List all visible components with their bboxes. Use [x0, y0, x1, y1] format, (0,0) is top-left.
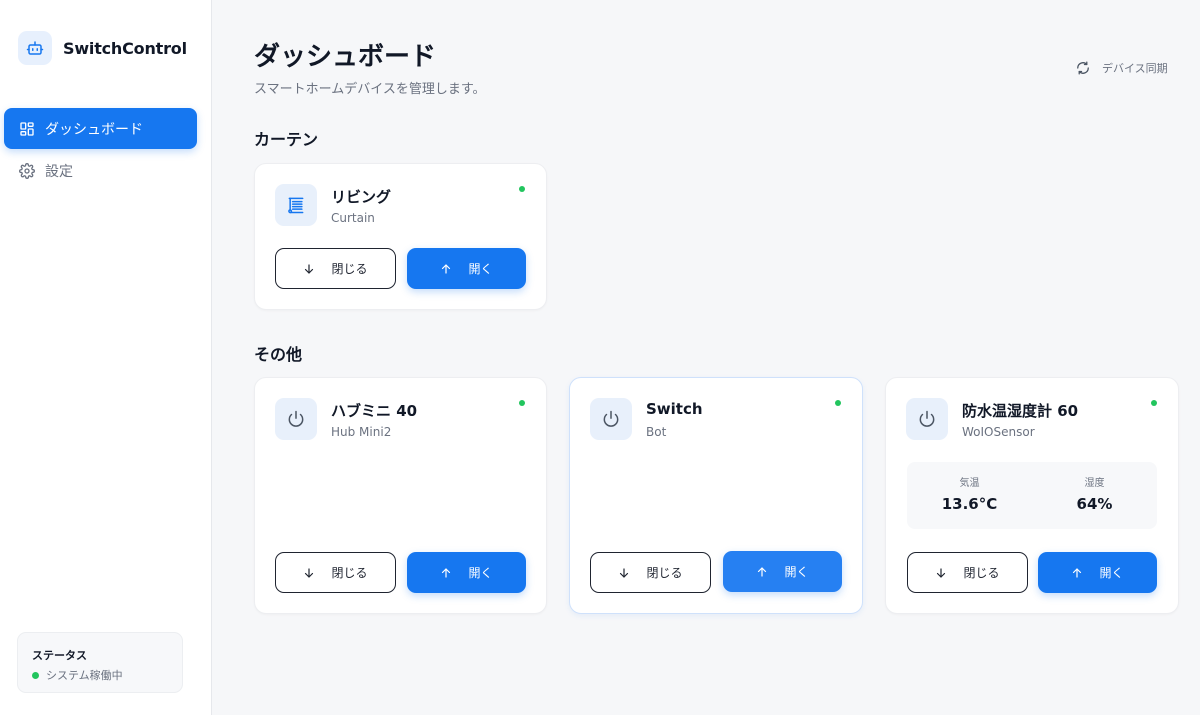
close-button[interactable]: 閉じる	[590, 552, 711, 593]
device-name: 防水温湿度計 60	[962, 402, 1079, 420]
arrow-up-icon	[440, 567, 452, 579]
close-button[interactable]: 閉じる	[907, 552, 1028, 593]
device-card: 防水温湿度計 60 WoIOSensor 気温 13.6°C 湿度 64% 閉じ…	[885, 377, 1179, 614]
robot-icon	[18, 31, 52, 65]
humidity-reading: 湿度 64%	[1032, 474, 1157, 513]
close-button[interactable]: 閉じる	[275, 552, 396, 593]
app-name: SwitchControl	[63, 38, 187, 58]
sync-label: デバイス同期	[1102, 62, 1168, 75]
sidebar-item-settings[interactable]: 設定	[4, 150, 197, 191]
open-button[interactable]: 開く	[407, 552, 526, 593]
open-button-label: 開く	[784, 565, 809, 579]
device-name: リビング	[331, 188, 392, 206]
curtain-icon	[275, 184, 317, 226]
arrow-down-icon	[618, 567, 630, 579]
status-title: ステータス	[32, 649, 87, 662]
temperature-reading: 気温 13.6°C	[907, 474, 1032, 513]
open-button-label: 開く	[468, 262, 493, 276]
online-indicator	[519, 400, 525, 406]
open-button-label: 開く	[468, 566, 493, 580]
humidity-label: 湿度	[1084, 478, 1105, 489]
device-card: ハブミニ 40 Hub Mini2 閉じる 開く	[254, 377, 547, 614]
sidebar-nav: ダッシュボード 設定	[4, 108, 197, 192]
brand[interactable]: SwitchControl	[18, 31, 187, 65]
page-subtitle: スマートホームデバイスを管理します。	[254, 82, 486, 97]
open-button-label: 開く	[1099, 566, 1124, 580]
close-button-label: 閉じる	[331, 262, 368, 276]
device-name: Switch	[646, 400, 703, 418]
arrow-up-icon	[756, 566, 768, 578]
arrow-up-icon	[440, 263, 452, 275]
power-icon	[906, 398, 948, 440]
page-title: ダッシュボード	[254, 42, 437, 72]
section-title-others: その他	[254, 345, 303, 364]
open-button[interactable]: 開く	[1038, 552, 1157, 593]
status-online-indicator	[32, 671, 39, 679]
device-card: リビング Curtain 閉じる 開く	[254, 163, 547, 310]
arrow-down-icon	[303, 263, 315, 275]
arrow-up-icon	[1071, 567, 1083, 579]
humidity-value: 64%	[1076, 495, 1113, 513]
arrow-down-icon	[935, 567, 947, 579]
online-indicator	[519, 186, 525, 192]
status-panel: ステータス システム稼働中	[17, 632, 183, 693]
status-line: システム稼働中	[32, 667, 182, 683]
arrow-down-icon	[303, 567, 315, 579]
close-button-label: 閉じる	[963, 566, 1000, 580]
device-card: Switch Bot 閉じる 開く	[569, 377, 863, 614]
grid-icon	[18, 120, 35, 137]
open-button[interactable]: 開く	[407, 248, 526, 289]
open-button[interactable]: 開く	[723, 551, 842, 592]
device-type: Bot	[646, 425, 667, 439]
close-button-label: 閉じる	[646, 566, 683, 580]
device-type: WoIOSensor	[962, 425, 1035, 439]
device-type: Curtain	[331, 211, 375, 225]
sensor-readings: 気温 13.6°C 湿度 64%	[907, 462, 1157, 529]
sidebar-item-label: 設定	[45, 163, 73, 180]
device-name: ハブミニ 40	[331, 402, 418, 420]
refresh-icon	[1076, 61, 1090, 75]
power-icon	[590, 398, 632, 440]
sidebar-item-dashboard[interactable]: ダッシュボード	[4, 108, 197, 149]
section-title-curtain: カーテン	[254, 130, 319, 149]
close-button[interactable]: 閉じる	[275, 248, 396, 289]
sidebar-item-label: ダッシュボード	[45, 121, 143, 138]
status-text: システム稼働中	[46, 669, 123, 682]
sync-devices-button[interactable]: デバイス同期	[1076, 58, 1168, 78]
device-type: Hub Mini2	[331, 425, 392, 439]
gear-icon	[18, 162, 35, 179]
temperature-label: 気温	[959, 478, 980, 489]
online-indicator	[835, 400, 841, 406]
power-icon	[275, 398, 317, 440]
sidebar: SwitchControl ダッシュボード 設定 ステータス システム稼働中	[0, 0, 212, 715]
temperature-value: 13.6°C	[941, 495, 998, 513]
online-indicator	[1151, 400, 1157, 406]
close-button-label: 閉じる	[331, 566, 368, 580]
